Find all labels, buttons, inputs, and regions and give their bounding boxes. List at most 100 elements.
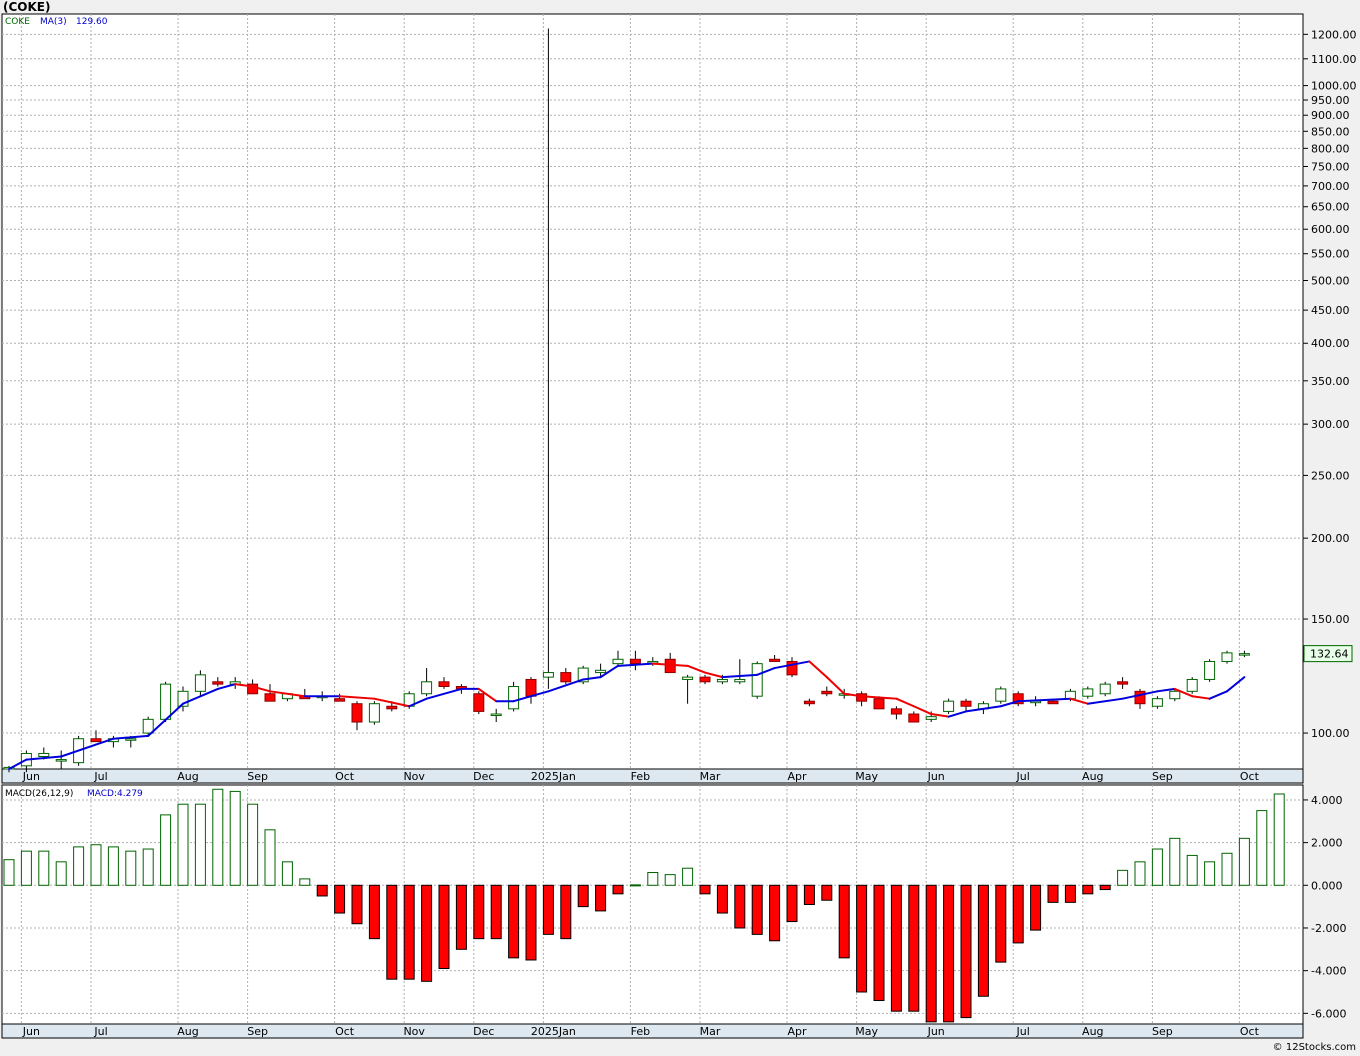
macd-bar: [716, 884, 728, 914]
macd-bar: [1117, 869, 1129, 886]
candle-body: [995, 688, 1007, 702]
candle-body: [160, 683, 172, 720]
candle-body: [386, 705, 398, 710]
legend-ma-value: 129.60: [76, 17, 108, 27]
macd-bar: [1186, 854, 1198, 886]
macd-bar: [125, 850, 137, 886]
price-tick-label: 1100.00: [1311, 53, 1357, 66]
macd-bar: [55, 861, 67, 886]
price-tick-label: 250.00: [1311, 469, 1350, 482]
macd-bar: [873, 884, 885, 1002]
macd-legend-value: MACD:4.279: [87, 789, 143, 799]
candle-body: [142, 718, 154, 734]
candle-body: [560, 672, 572, 683]
macd-bar: [734, 884, 746, 929]
candle-body: [1169, 690, 1181, 700]
candle-body: [873, 698, 885, 710]
macd-bar: [386, 884, 398, 980]
macd-bar: [1030, 884, 1042, 931]
candle-body: [1151, 698, 1163, 707]
price-x-label: Nov: [403, 770, 425, 783]
stock-chart: 100.00 150.00 200.00 250.00 300.00 350.00 400.…: [1, 13, 1357, 1039]
macd-bar: [577, 884, 589, 908]
macd-bar: [490, 884, 502, 940]
macd-x-label: Mar: [700, 1025, 721, 1038]
macd-bar: [612, 884, 624, 895]
macd-x-label: Jun: [22, 1025, 40, 1038]
candle-body: [490, 713, 502, 717]
candle-body: [1134, 690, 1146, 705]
price-tick-label: 700.00: [1311, 180, 1350, 193]
macd-bar: [438, 884, 450, 970]
macd-bar: [264, 829, 276, 886]
candle-body: [960, 700, 972, 707]
price-tick-label: 100.00: [1311, 727, 1350, 740]
macd-bar: [107, 846, 119, 886]
candle-body: [508, 686, 520, 710]
macd-bar: [682, 867, 694, 886]
macd-bar: [769, 884, 781, 942]
macd-bar: [1204, 861, 1216, 886]
candle-body: [264, 693, 276, 702]
price-tick-label: 350.00: [1311, 375, 1350, 388]
price-tick-label: 750.00: [1311, 160, 1350, 173]
candle-body: [716, 678, 728, 683]
price-tick-label: 500.00: [1311, 275, 1350, 288]
price-tick-label: 900.00: [1311, 109, 1350, 122]
macd-bar: [334, 884, 346, 914]
macd-bar: [73, 846, 85, 886]
macd-x-label: Aug: [177, 1025, 198, 1038]
macd-x-label: Feb: [631, 1025, 650, 1038]
macd-bar: [1273, 793, 1285, 886]
price-x-label: Jun: [927, 770, 945, 783]
macd-bar: [38, 850, 50, 886]
macd-tick-label: 4.000: [1311, 794, 1343, 807]
macd-bar: [751, 884, 763, 935]
macd-x-label: Apr: [787, 1025, 807, 1038]
macd-bar: [212, 788, 224, 886]
macd-bar: [455, 884, 467, 950]
price-tick-label: 650.00: [1311, 201, 1350, 214]
macd-x-label: Jun: [927, 1025, 945, 1038]
macd-x-label: Nov: [403, 1025, 425, 1038]
macd-bar: [821, 884, 833, 901]
candle-body: [769, 658, 781, 662]
price-x-label: Apr: [787, 770, 807, 783]
macd-bar: [995, 884, 1007, 963]
macd-bar: [473, 884, 485, 940]
candle-body: [1204, 660, 1216, 680]
macd-bar: [1256, 810, 1268, 886]
macd-bar: [943, 884, 955, 1023]
candle-body: [925, 716, 937, 720]
macd-x-label: Jul: [1016, 1025, 1030, 1038]
macd-bar: [247, 803, 259, 886]
credit-text: © 12Stocks.com: [1272, 1042, 1356, 1053]
candle-body: [525, 678, 537, 697]
macd-bar: [421, 884, 433, 982]
candle-body: [908, 713, 920, 723]
price-tick-label: 200.00: [1311, 532, 1350, 545]
macd-bar: [20, 850, 32, 886]
macd-bar: [664, 874, 676, 886]
price-tick-label: 450.00: [1311, 304, 1350, 317]
price-x-label: Mar: [700, 770, 721, 783]
macd-bar: [142, 848, 154, 886]
macd-x-label: Jul: [93, 1025, 107, 1038]
macd-bar: [542, 884, 554, 935]
macd-bar: [560, 884, 572, 940]
macd-bar: [160, 814, 172, 886]
candle-body: [1064, 690, 1076, 700]
candle-body: [821, 690, 833, 695]
macd-bar: [925, 884, 937, 1023]
macd-bar: [3, 859, 15, 886]
macd-bar: [786, 884, 798, 923]
price-tick-label: 400.00: [1311, 337, 1350, 350]
macd-bar: [1099, 884, 1111, 891]
price-plot-area: [1, 13, 1304, 770]
macd-bar: [316, 884, 328, 897]
macd-bar: [1221, 852, 1233, 886]
macd-bar: [1064, 884, 1076, 903]
price-tick-label: 850.00: [1311, 125, 1350, 138]
candle-body: [125, 738, 137, 741]
macd-bar: [1151, 848, 1163, 886]
